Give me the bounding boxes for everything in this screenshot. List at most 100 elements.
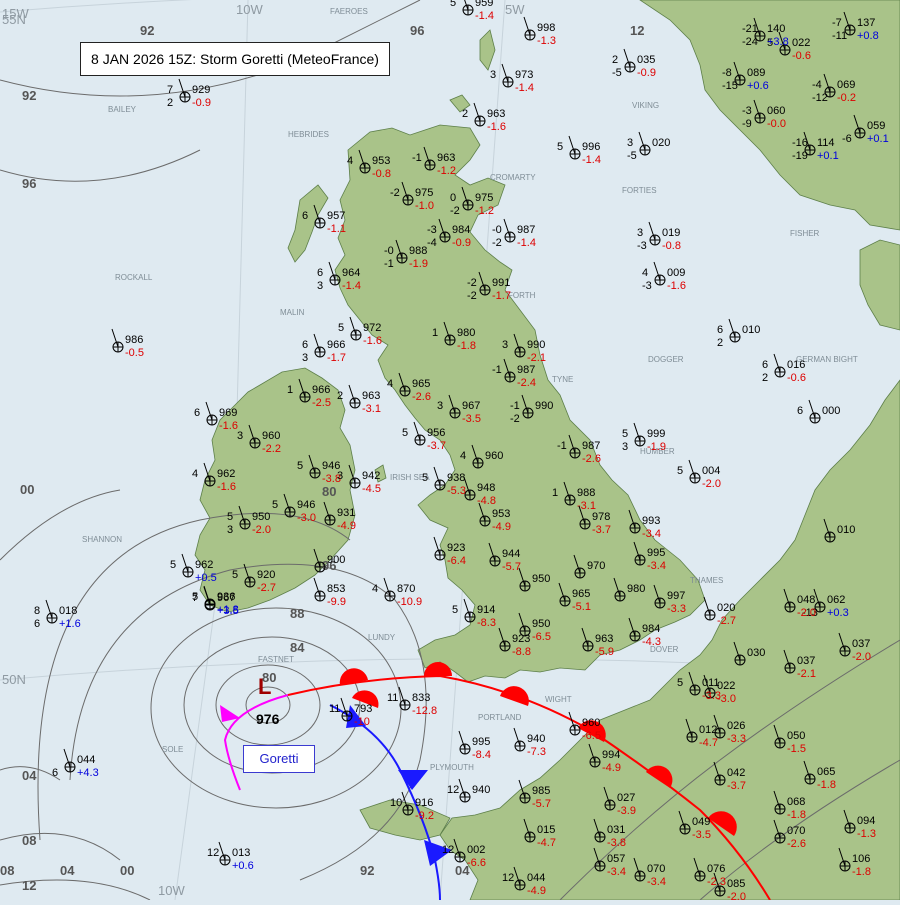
- station-pressure-change: -6.5: [582, 730, 601, 742]
- station-dewpoint: -2: [467, 290, 477, 302]
- chart-title: 8 JAN 2026 15Z: Storm Goretti (MeteoFran…: [80, 42, 390, 76]
- station-pressure-change: -1.6: [219, 420, 238, 432]
- sea-area-label: MALIN: [280, 308, 305, 317]
- station-pressure: 967: [217, 592, 235, 604]
- station-pressure: 987: [517, 364, 535, 376]
- station-pressure: 070: [787, 825, 805, 837]
- station-pressure-change: -2.1: [797, 668, 816, 680]
- station-pressure-change: -3.3: [727, 733, 746, 745]
- station-pressure-change: -3.9: [617, 805, 636, 817]
- station-dewpoint: -3: [637, 240, 647, 252]
- station-pressure-change: -4.9: [602, 762, 621, 774]
- station-pressure: 962: [217, 468, 235, 480]
- station-temperature: 5: [272, 499, 278, 511]
- station-temperature: 0: [450, 192, 456, 204]
- station-pressure: 995: [647, 547, 665, 559]
- station-pressure: 972: [363, 322, 381, 334]
- station-pressure: 991: [492, 277, 510, 289]
- station-dewpoint: -19: [792, 150, 808, 162]
- sea-area-label: DOGGER: [648, 355, 684, 364]
- station-temperature: 12: [502, 872, 514, 884]
- station-pressure-change: +0.6: [232, 860, 254, 872]
- latitude-label: 50N: [2, 672, 26, 687]
- station-pressure: 833: [412, 692, 430, 704]
- station-temperature: 12: [447, 784, 459, 796]
- station-pressure-change: -1.4: [475, 10, 494, 22]
- station-temperature: 3: [627, 137, 633, 149]
- station-pressure-change: -5.1: [572, 601, 591, 613]
- station-pressure-change: -2.6: [412, 391, 431, 403]
- isobar-label: 84: [290, 640, 305, 655]
- station-temperature: -2: [390, 187, 400, 199]
- station-pressure: 966: [327, 339, 345, 351]
- station-pressure-change: -3.3: [702, 690, 721, 702]
- station-pressure-change: -2.7: [257, 582, 276, 594]
- station-temperature: 2: [337, 390, 343, 402]
- station-pressure: 030: [747, 647, 765, 659]
- isobar-label: 92: [360, 863, 374, 878]
- station-temperature: 8: [34, 605, 40, 617]
- sea-area-label: WIGHT: [545, 695, 572, 704]
- station-temperature: 7: [192, 592, 198, 604]
- station-temperature: 1: [432, 327, 438, 339]
- isobar-label: 12: [22, 878, 36, 893]
- station-pressure-change: -1.1: [327, 223, 346, 235]
- station-pressure: 923: [447, 542, 465, 554]
- station-pressure: 020: [717, 602, 735, 614]
- station-temperature: 4: [642, 267, 648, 279]
- station-pressure: 994: [602, 749, 620, 761]
- station-dewpoint: -5: [612, 67, 622, 79]
- station-pressure-change: -8.3: [477, 617, 496, 629]
- station-pressure: 920: [257, 569, 275, 581]
- isobar-label: 80: [322, 484, 336, 499]
- station-temperature: -1: [492, 364, 502, 376]
- station-temperature: -4: [812, 79, 822, 91]
- station-pressure-change: -1.6: [487, 121, 506, 133]
- sea-area-label: SHANNON: [82, 535, 122, 544]
- sea-area-label: HEBRIDES: [288, 130, 329, 139]
- isobar-label: 92: [140, 23, 154, 38]
- station-pressure-change: -1.8: [457, 340, 476, 352]
- station-temperature: 5: [227, 511, 233, 523]
- station-pressure-change: -10.9: [397, 596, 422, 608]
- station-pressure: 970: [587, 560, 605, 572]
- station-pressure: 114: [817, 137, 835, 149]
- station-temperature: 11: [387, 692, 398, 704]
- station-pressure: 993: [642, 515, 660, 527]
- sea-area-label: FISHER: [790, 229, 820, 238]
- station-pressure-change: -9.9: [327, 596, 346, 608]
- longitude-label: 5W: [505, 2, 525, 17]
- station-pressure-change: -0.2: [837, 92, 856, 104]
- sea-area-label: FORTH: [508, 291, 536, 300]
- station-temperature: -0: [384, 245, 394, 257]
- station-pressure: 984: [452, 224, 470, 236]
- station-pressure: 964: [342, 267, 360, 279]
- station-pressure-change: -5.9: [595, 646, 614, 658]
- station-pressure-change: -1.3: [537, 35, 556, 47]
- isobar-label: 00: [20, 482, 34, 497]
- station-pressure-change: +3.5: [217, 605, 239, 617]
- station-pressure-change: +0.8: [857, 30, 879, 42]
- station-pressure-change: -4.5: [362, 483, 381, 495]
- station-dewpoint: -1: [384, 258, 394, 270]
- station-pressure-change: -3.1: [362, 403, 381, 415]
- station-pressure: 959: [475, 0, 493, 9]
- station-pressure: 137: [857, 17, 875, 29]
- station-pressure-change: -1.2: [475, 205, 494, 217]
- station-temperature: 1: [287, 384, 293, 396]
- station-temperature: 4: [387, 378, 393, 390]
- station-temperature: -8: [722, 67, 732, 79]
- station-dewpoint: -2: [510, 413, 520, 425]
- station-pressure-change: -3.7: [592, 524, 611, 536]
- station-temperature: -1: [510, 400, 520, 412]
- station-pressure-change: -8.4: [472, 749, 491, 761]
- station-pressure: 987: [582, 440, 600, 452]
- station-pressure: 962: [195, 559, 213, 571]
- station-pressure-change: -3.5: [462, 413, 481, 425]
- station-pressure-change: -2.1: [527, 352, 546, 364]
- station-pressure-change: -3.5: [692, 829, 711, 841]
- sea-area-label: LUNDY: [368, 633, 396, 642]
- station-pressure: 978: [592, 511, 610, 523]
- station-pressure-change: -2.5: [312, 397, 331, 409]
- station-pressure-change: -1.7: [327, 352, 346, 364]
